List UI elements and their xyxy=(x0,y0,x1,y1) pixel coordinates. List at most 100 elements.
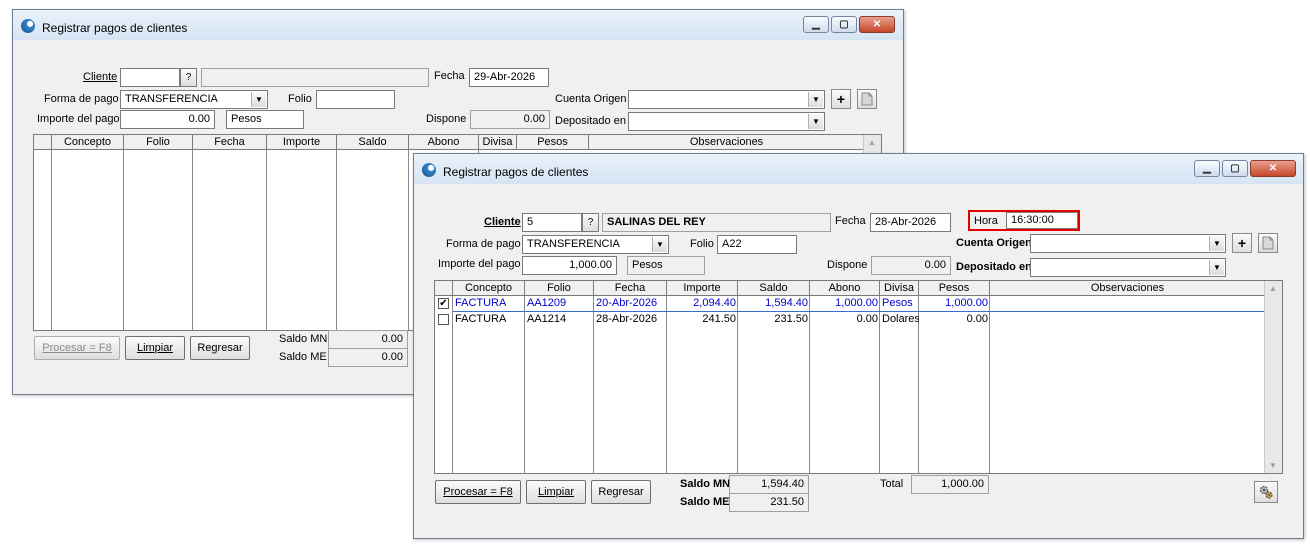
gears-icon xyxy=(1259,485,1273,499)
cell-observaciones[interactable] xyxy=(990,296,1266,311)
col-divisa[interactable]: Divisa xyxy=(479,135,517,150)
saldo-mn-field: 1,594.40 xyxy=(729,475,809,494)
forma-pago-select[interactable]: TRANSFERENCIA ▼ xyxy=(522,235,669,254)
back-window-titlebar[interactable]: Registrar pagos de clientes ▁ ▢ ✕ xyxy=(13,10,903,40)
cuenta-origen-select[interactable]: ▼ xyxy=(628,90,825,109)
forma-pago-label: Forma de pago xyxy=(446,238,521,250)
chevron-down-icon[interactable]: ▼ xyxy=(652,237,667,252)
procesar-button[interactable]: Procesar = F8 xyxy=(34,336,120,360)
col-divisa[interactable]: Divisa xyxy=(880,281,919,296)
row-header xyxy=(34,135,52,150)
folio-input[interactable] xyxy=(316,90,395,109)
saldo-me-label: Saldo ME xyxy=(680,496,730,508)
app-globe-icon xyxy=(422,163,436,177)
scroll-down-icon[interactable]: ▼ xyxy=(1265,458,1281,473)
row-checkbox-checked[interactable]: ✔ xyxy=(438,298,449,309)
col-saldo[interactable]: Saldo xyxy=(337,135,409,150)
table-row[interactable]: FACTURA AA1214 28-Abr-2026 241.50 231.50… xyxy=(435,312,1266,328)
cell-abono: 1,000.00 xyxy=(835,297,878,309)
close-button[interactable]: ✕ xyxy=(1250,160,1296,177)
col-importe[interactable]: Importe xyxy=(667,281,738,296)
dispone-field: 0.00 xyxy=(470,110,550,129)
cell-abono: 0.00 xyxy=(856,313,878,325)
dispone-label: Dispone xyxy=(827,259,868,271)
chevron-down-icon[interactable]: ▼ xyxy=(1209,236,1224,251)
col-concepto[interactable]: Concepto xyxy=(52,135,124,150)
hora-highlight: Hora 16:30:00 xyxy=(968,210,1080,231)
note-button[interactable] xyxy=(857,89,877,109)
maximize-icon: ▢ xyxy=(839,19,849,30)
col-concepto[interactable]: Concepto xyxy=(453,281,525,296)
cell-observaciones[interactable] xyxy=(990,312,1266,327)
fecha-input[interactable]: 28-Abr-2026 xyxy=(870,213,951,232)
add-button[interactable]: + xyxy=(1232,233,1252,253)
cell-concepto: FACTURA xyxy=(455,297,507,309)
chevron-down-icon[interactable]: ▼ xyxy=(808,114,823,129)
col-folio[interactable]: Folio xyxy=(124,135,193,150)
cliente-id-input[interactable] xyxy=(120,68,180,87)
limpiar-label: Limpiar xyxy=(136,342,174,354)
chevron-down-icon[interactable]: ▼ xyxy=(808,92,823,107)
col-abono[interactable]: Abono xyxy=(810,281,880,296)
fecha-label: Fecha xyxy=(835,215,866,227)
forma-pago-select[interactable]: TRANSFERENCIA ▼ xyxy=(120,90,268,109)
note-button[interactable] xyxy=(1258,233,1278,253)
front-window-titlebar[interactable]: Registrar pagos de clientes ▁ ▢ ✕ xyxy=(414,154,1303,184)
chevron-down-icon[interactable]: ▼ xyxy=(251,92,266,107)
maximize-button[interactable]: ▢ xyxy=(831,16,857,33)
col-observaciones[interactable]: Observaciones xyxy=(589,135,865,150)
maximize-button[interactable]: ▢ xyxy=(1222,160,1248,177)
importe-input[interactable]: 1,000.00 xyxy=(522,256,617,275)
regresar-button[interactable]: Regresar xyxy=(190,336,250,360)
front-payments-grid[interactable]: Concepto Folio Fecha Importe Saldo Abono… xyxy=(434,280,1283,474)
col-pesos[interactable]: Pesos xyxy=(919,281,990,296)
settings-button[interactable] xyxy=(1254,481,1278,503)
limpiar-button[interactable]: Limpiar xyxy=(526,480,586,504)
close-button[interactable]: ✕ xyxy=(859,16,895,33)
cliente-id-input[interactable]: 5 xyxy=(522,213,582,232)
fecha-label: Fecha xyxy=(434,70,465,82)
cuenta-origen-select[interactable]: ▼ xyxy=(1030,234,1226,253)
depositado-select[interactable]: ▼ xyxy=(628,112,825,131)
cliente-nombre-field xyxy=(201,68,429,87)
help-button[interactable]: ? xyxy=(180,68,197,87)
cell-pesos: 0.00 xyxy=(966,313,988,325)
col-pesos[interactable]: Pesos xyxy=(517,135,589,150)
row-checkbox[interactable] xyxy=(438,314,449,325)
table-row[interactable]: ✔ FACTURA AA1209 20-Abr-2026 2,094.40 1,… xyxy=(435,296,1266,312)
saldo-me-label: Saldo ME xyxy=(279,351,327,363)
depositado-label: Depositado en xyxy=(555,115,626,127)
minimize-button[interactable]: ▁ xyxy=(803,16,829,33)
procesar-button[interactable]: Procesar = F8 xyxy=(435,480,521,504)
scroll-up-icon[interactable]: ▲ xyxy=(864,135,880,150)
scroll-up-icon[interactable]: ▲ xyxy=(1265,281,1281,296)
front-window: Registrar pagos de clientes ▁ ▢ ✕ Client… xyxy=(413,153,1304,539)
moneda-field: Pesos xyxy=(226,110,304,129)
fecha-input[interactable]: 29-Abr-2026 xyxy=(469,68,549,87)
help-button[interactable]: ? xyxy=(582,213,599,232)
depositado-select[interactable]: ▼ xyxy=(1030,258,1226,277)
limpiar-button[interactable]: Limpiar xyxy=(125,336,185,360)
regresar-button[interactable]: Regresar xyxy=(591,480,651,504)
grid-column xyxy=(267,150,337,330)
col-fecha[interactable]: Fecha xyxy=(193,135,267,150)
col-observaciones[interactable]: Observaciones xyxy=(990,281,1266,296)
row-header xyxy=(435,281,453,296)
chevron-down-icon[interactable]: ▼ xyxy=(1209,260,1224,275)
col-saldo[interactable]: Saldo xyxy=(738,281,810,296)
folio-input[interactable]: A22 xyxy=(717,235,797,254)
hora-label: Hora xyxy=(974,215,998,227)
col-abono[interactable]: Abono xyxy=(409,135,479,150)
add-button[interactable]: + xyxy=(831,89,851,109)
col-importe[interactable]: Importe xyxy=(267,135,337,150)
grid-scrollbar[interactable]: ▲ ▼ xyxy=(1264,281,1282,473)
minimize-button[interactable]: ▁ xyxy=(1194,160,1220,177)
importe-input[interactable]: 0.00 xyxy=(120,110,215,129)
maximize-icon: ▢ xyxy=(1230,163,1240,174)
col-fecha[interactable]: Fecha xyxy=(594,281,667,296)
col-folio[interactable]: Folio xyxy=(525,281,594,296)
forma-pago-value: TRANSFERENCIA xyxy=(125,93,218,105)
hora-input[interactable]: 16:30:00 xyxy=(1006,212,1078,229)
saldo-me-field: 231.50 xyxy=(729,493,809,512)
grid-column xyxy=(52,150,124,330)
